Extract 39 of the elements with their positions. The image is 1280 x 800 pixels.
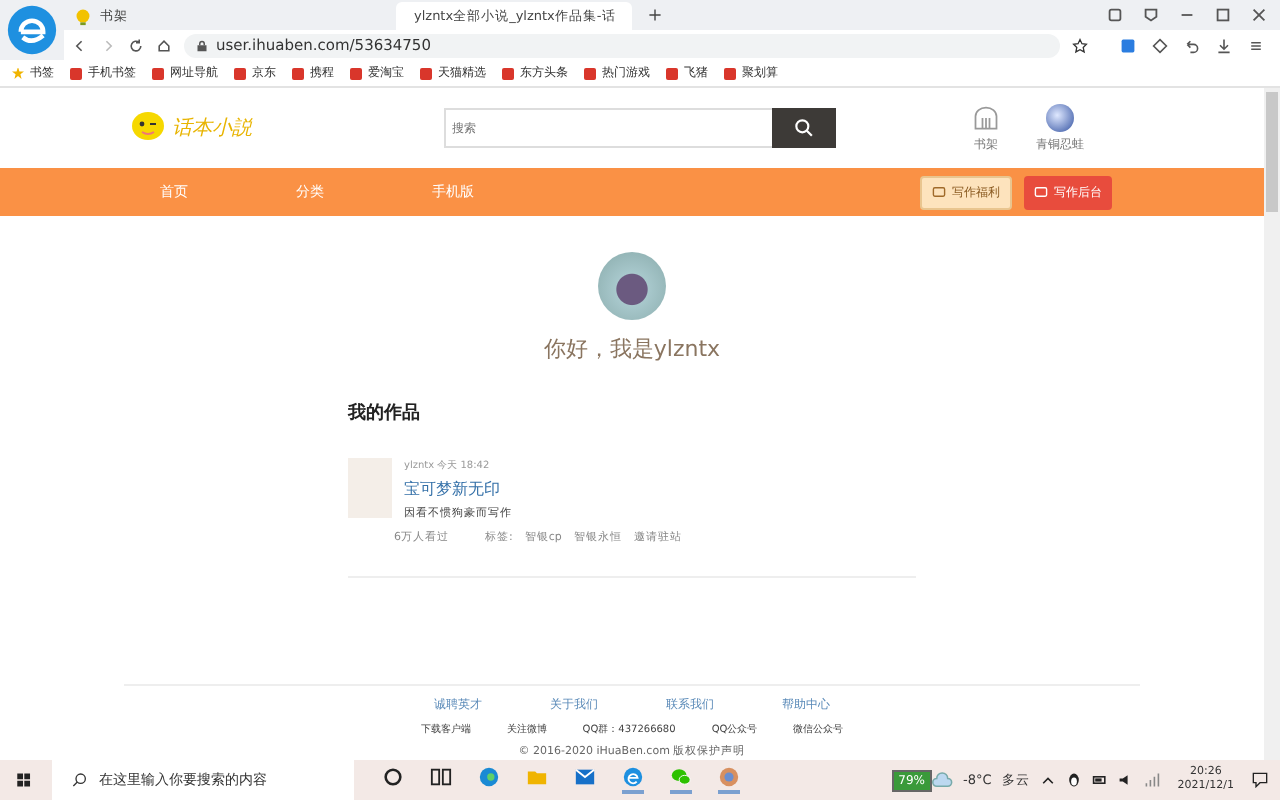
mail-icon[interactable] [574, 766, 597, 788]
new-tab-icon[interactable] [648, 8, 662, 22]
notification-icon[interactable] [1252, 772, 1268, 788]
section-title: 我的作品 [348, 401, 422, 426]
network-icon[interactable] [1143, 772, 1160, 788]
reload-icon[interactable] [128, 37, 144, 53]
maximize-icon[interactable] [1214, 6, 1232, 24]
bulb-icon [74, 7, 92, 25]
back-icon[interactable] [72, 37, 88, 53]
penguin-icon[interactable] [1065, 772, 1082, 788]
windows-start-icon[interactable] [16, 770, 32, 790]
menu-icon[interactable] [1248, 37, 1264, 53]
search-icon [71, 772, 88, 788]
speaker-icon[interactable] [1117, 772, 1134, 788]
bookshelf-icon[interactable] [972, 103, 1000, 131]
edge-icon[interactable] [478, 766, 501, 788]
scrollbar[interactable] [1264, 88, 1280, 760]
work-title-link[interactable]: 宝可梦新无印 [404, 478, 512, 500]
shield-icon[interactable] [1142, 6, 1160, 24]
profile-avatar [598, 252, 666, 320]
search-icon [794, 118, 814, 138]
cloud-icon[interactable] [931, 772, 954, 788]
star-icon[interactable] [1072, 37, 1088, 53]
cortana-icon[interactable] [382, 766, 405, 788]
smiley-logo-icon [128, 110, 168, 146]
download-icon[interactable] [1216, 37, 1232, 53]
chevron-up-icon[interactable] [1039, 772, 1056, 788]
greeting-text: 你好，我是ylzntx [543, 334, 721, 364]
user-avatar[interactable] [1046, 103, 1074, 131]
lock-icon [196, 39, 208, 51]
search-button[interactable] [772, 108, 836, 148]
browser-app-icon[interactable] [622, 766, 645, 794]
task-view-icon[interactable] [430, 766, 453, 788]
browser-logo-icon[interactable] [6, 4, 58, 56]
battery-icon[interactable] [1091, 772, 1108, 788]
undo-icon[interactable] [1184, 37, 1200, 53]
close-icon[interactable] [1250, 6, 1268, 24]
game-app-icon[interactable] [718, 766, 741, 794]
home-icon[interactable] [156, 37, 172, 53]
